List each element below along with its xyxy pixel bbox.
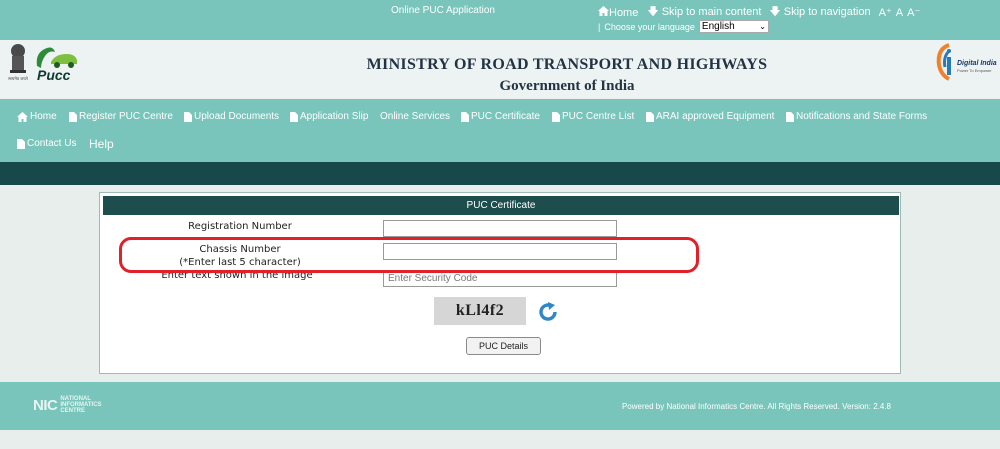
nav-item-label: ARAI approved Equipment — [656, 111, 775, 122]
nav-item-arai-approved-equipment[interactable]: ARAI approved Equipment — [646, 111, 774, 122]
lang-separator: | — [598, 21, 601, 32]
nav-item-register-puc-centre[interactable]: Register PUC Centre — [69, 111, 173, 122]
arrow-down-icon: 🡇 — [647, 6, 659, 18]
nav-item-help[interactable]: Help — [89, 137, 114, 151]
digital-india-title: Digital India — [957, 60, 997, 67]
registration-number-label: Registration Number — [188, 221, 292, 232]
file-icon — [552, 111, 560, 122]
digital-india-logo-icon: Digital India Power To Empower — [936, 43, 997, 81]
home-icon — [598, 6, 609, 16]
captcha-image: kLl4f2 — [434, 297, 526, 325]
nav-item-label: Notifications and State Forms — [796, 111, 928, 122]
nic-logo: NIC NATIONAL INFORMATICS CENTRE — [33, 396, 102, 414]
file-icon — [461, 111, 469, 122]
nav-divider-bar — [0, 162, 1000, 185]
file-icon — [184, 111, 192, 122]
puc-details-button[interactable]: PUC Details — [466, 337, 541, 355]
ministry-title: MINISTRY OF ROAD TRANSPORT AND HIGHWAYS — [366, 56, 768, 73]
nav-item-label: Online Services — [380, 111, 451, 122]
registration-number-input[interactable] — [383, 220, 617, 237]
nav-item-application-slip[interactable]: Application Slip — [290, 111, 368, 122]
font-normal-button[interactable]: A — [896, 7, 903, 19]
nav-item-label: Contact Us — [27, 138, 77, 149]
nav-item-label: Home — [30, 111, 57, 122]
nav-item-contact-us[interactable]: Contact Us — [17, 138, 76, 149]
language-select-value: English — [701, 21, 735, 32]
nic-line-3: CENTRE — [60, 408, 86, 414]
home-link[interactable]: Home — [598, 6, 638, 19]
home-icon — [17, 111, 28, 122]
nav-item-label: Upload Documents — [194, 111, 280, 122]
nav-item-home[interactable]: Home — [17, 111, 57, 122]
lang-label: Choose your language — [604, 21, 695, 32]
arrow-down-icon: 🡇 — [769, 6, 781, 18]
skip-main-label: Skip to main content — [661, 6, 762, 18]
main-nav — [0, 99, 1000, 162]
nav-item-label: PUC Centre List — [562, 111, 635, 122]
powered-by-text: Powered by National Informatics Centre. … — [621, 402, 891, 411]
nav-item-label: Register PUC Centre — [79, 111, 173, 122]
chassis-highlight-annotation — [119, 237, 699, 273]
nav-item-online-services[interactable]: Online Services — [380, 111, 450, 122]
nav-item-label: Application Slip — [300, 111, 369, 122]
language-select[interactable]: English ⌄ — [698, 20, 769, 33]
file-icon — [17, 138, 25, 149]
nic-logo-abbr: NIC — [33, 396, 58, 414]
font-decrease-button[interactable]: A⁻ — [907, 6, 920, 19]
govt-subtitle: Government of India — [499, 78, 635, 94]
nav-item-notifications[interactable]: Notifications and State Forms — [786, 111, 927, 122]
panel-heading: PUC Certificate — [103, 196, 899, 215]
file-icon — [69, 111, 77, 122]
nav-item-label: PUC Certificate — [471, 111, 540, 122]
skip-nav-link[interactable]: 🡇 Skip to navigation — [769, 3, 870, 22]
file-icon — [646, 111, 654, 122]
skip-nav-label: Skip to navigation — [783, 6, 871, 18]
file-icon — [290, 111, 298, 122]
refresh-icon[interactable] — [536, 300, 560, 324]
home-link-label: Home — [609, 7, 639, 19]
nav-item-upload-documents[interactable]: Upload Documents — [184, 111, 279, 122]
chevron-down-icon: ⌄ — [759, 22, 766, 31]
site-title: Online PUC Application — [391, 5, 495, 16]
nav-item-puc-certificate[interactable]: PUC Certificate — [461, 111, 540, 122]
file-icon — [786, 111, 794, 122]
font-increase-button[interactable]: A⁺ — [879, 6, 892, 19]
digital-india-tagline: Power To Empower — [957, 68, 992, 73]
language-chooser: | Choose your language English ⌄ — [598, 20, 769, 33]
nav-item-label: Help — [89, 137, 114, 151]
nav-item-puc-centre-list[interactable]: PUC Centre List — [552, 111, 634, 122]
